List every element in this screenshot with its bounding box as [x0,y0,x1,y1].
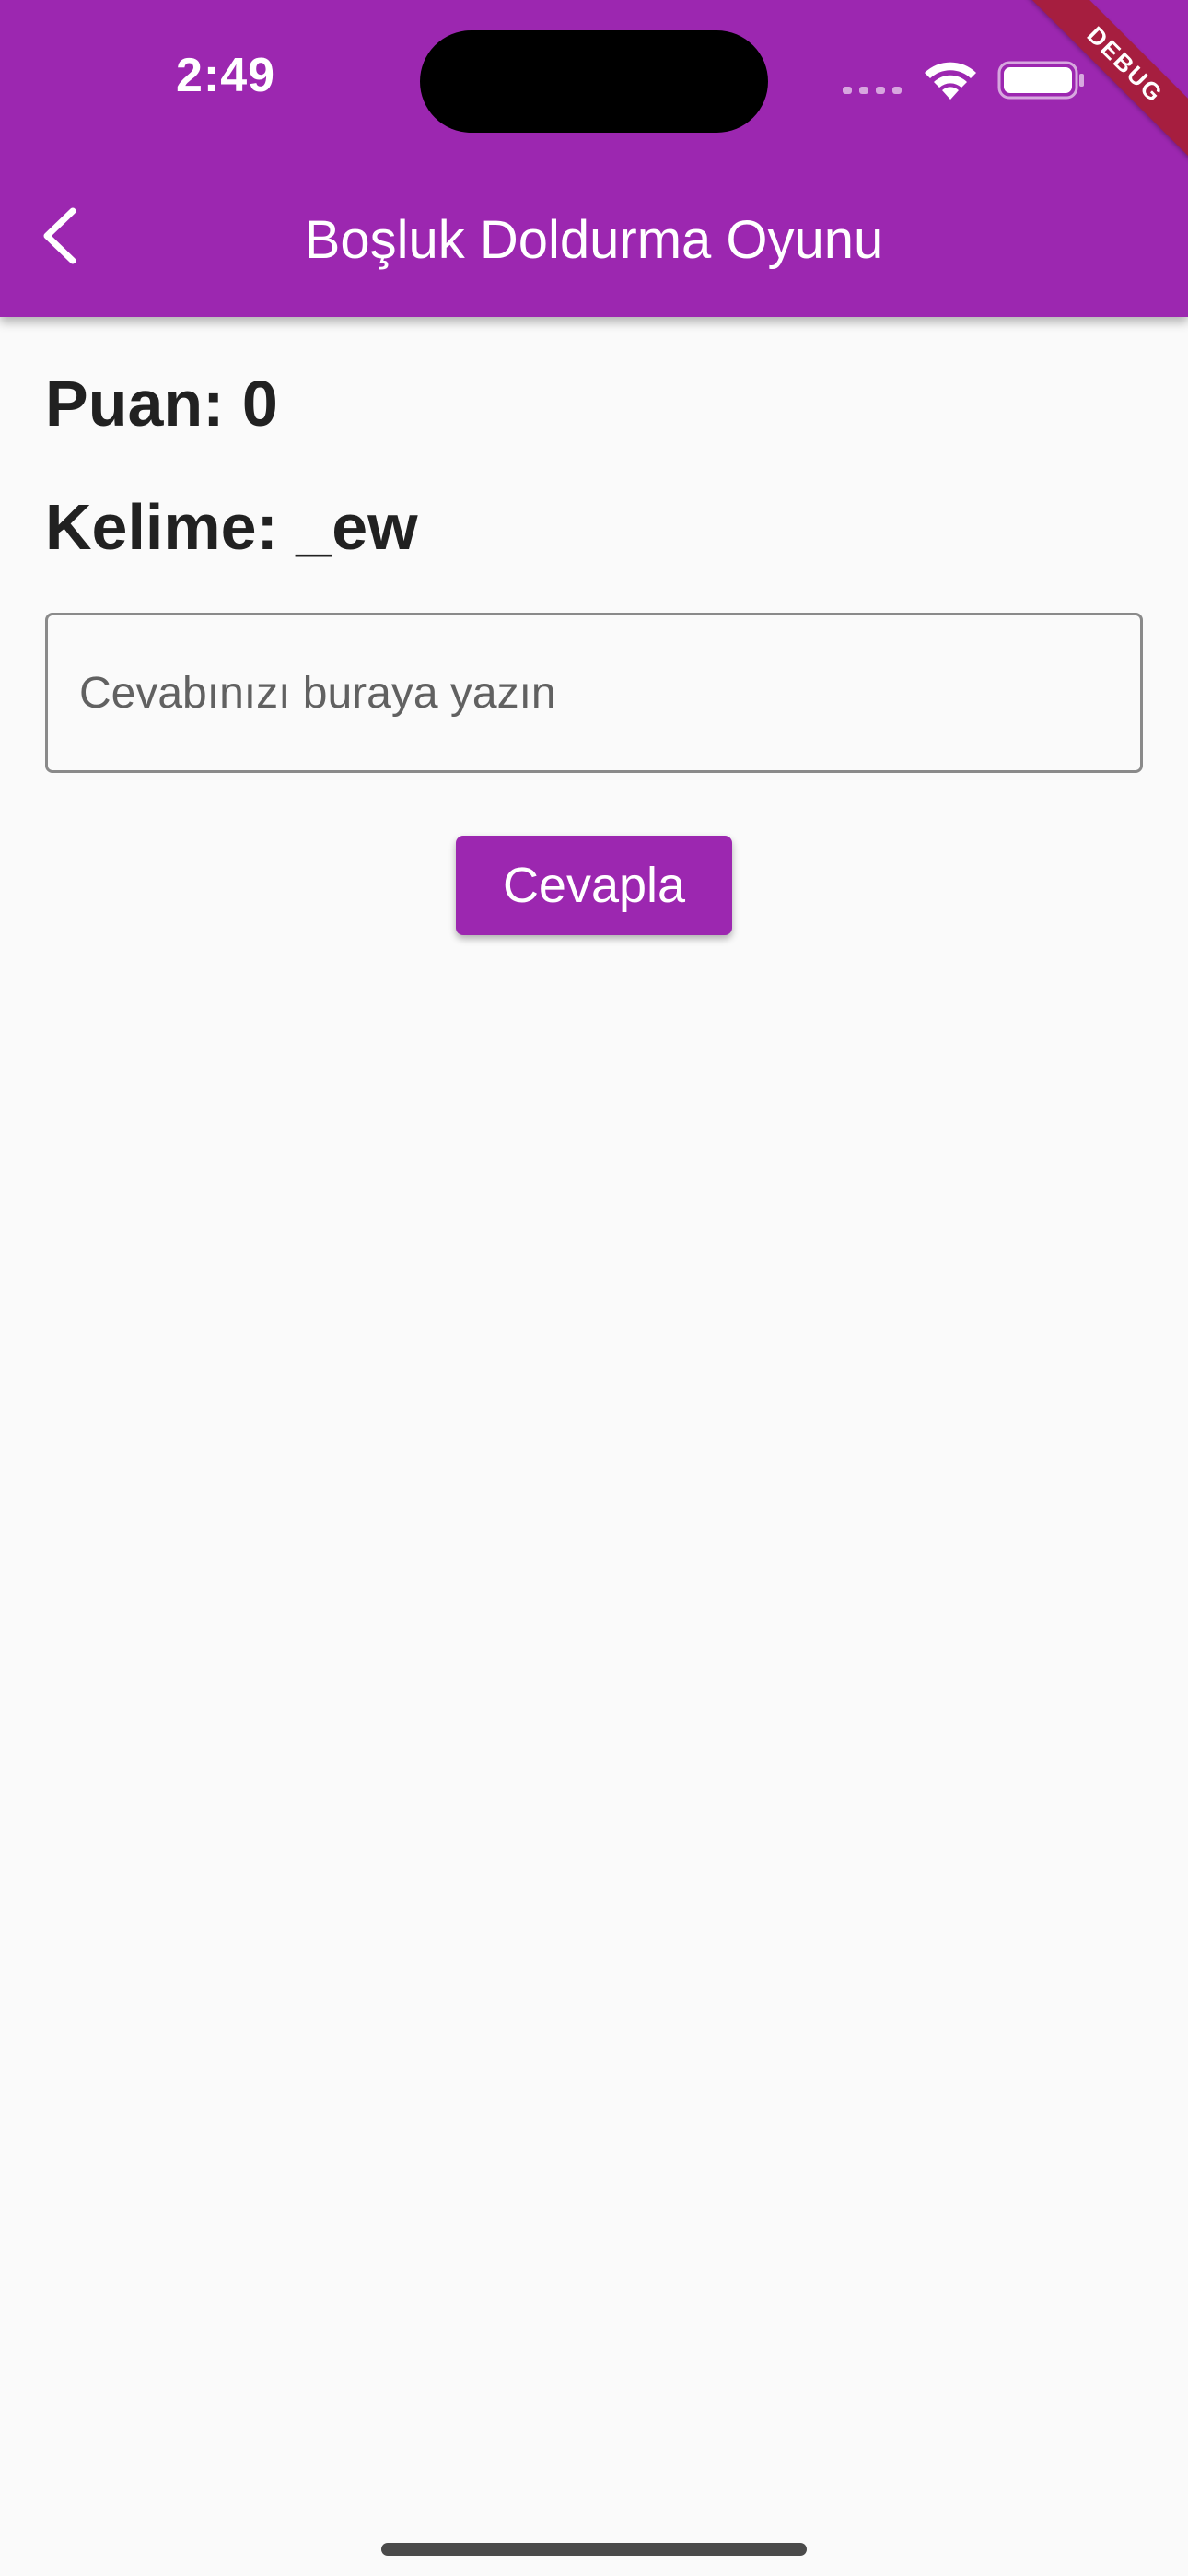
score-text: Puan: 0 [45,368,278,439]
home-indicator [381,2543,807,2556]
cell-signal-icon [843,87,902,94]
submit-button[interactable]: Cevapla [456,836,732,935]
wifi-icon [925,62,976,100]
app-screen: 2:49 Boşluk Doldurma Oyunu DEBUG Puan: 0… [0,0,1188,2576]
battery-icon [997,61,1084,100]
word-text: Kelime: _ew [45,491,418,563]
app-header: 2:49 Boşluk Doldurma Oyunu [0,0,1188,317]
page-title: Boşluk Doldurma Oyunu [304,210,884,270]
dynamic-island [420,30,768,133]
answer-input[interactable] [45,613,1143,773]
status-time: 2:49 [175,49,276,102]
